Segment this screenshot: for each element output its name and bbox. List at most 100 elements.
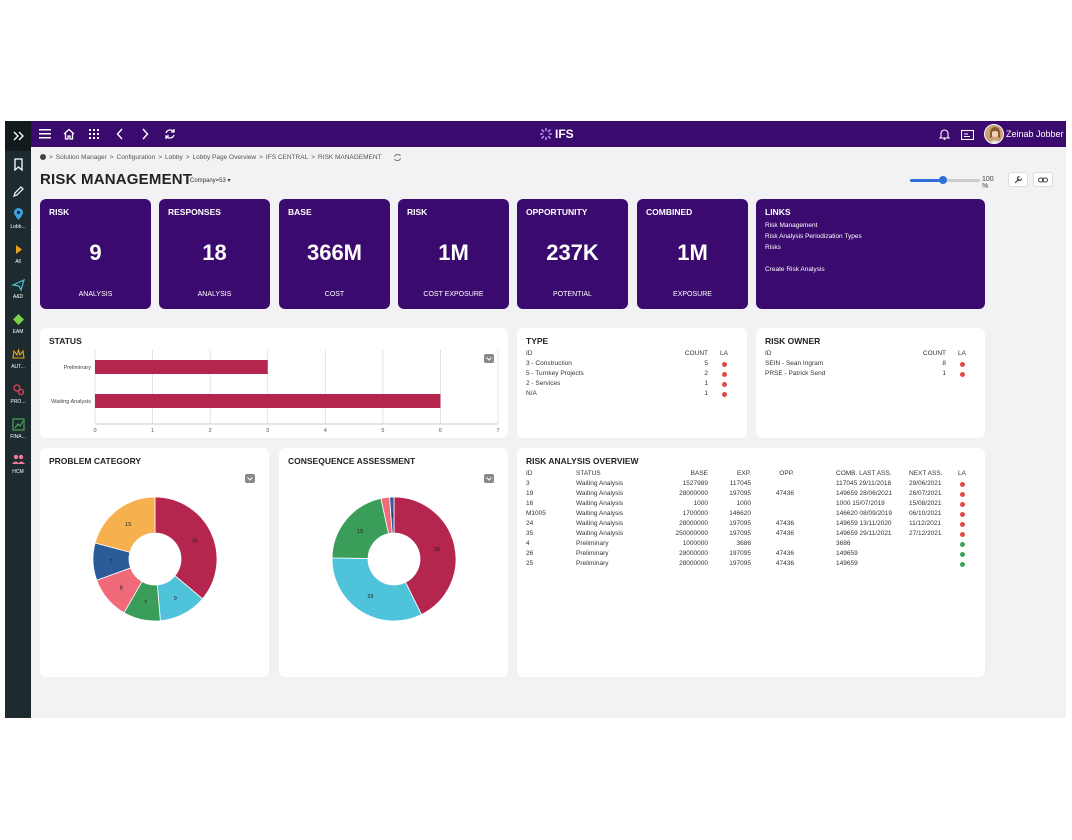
cell-exp: 197095 (729, 560, 751, 567)
kpi-tile-1[interactable]: RESPONSES 18 ANALYSIS (159, 199, 270, 309)
link-risk-management[interactable]: Risk Management (765, 222, 817, 229)
table-row[interactable]: 24 Waiting Analysis 28000000 197095 47436 149… (526, 520, 976, 530)
table-row[interactable]: 19 Waiting Analysis 28000000 197095 47436 149… (526, 490, 976, 500)
table-row[interactable]: 25 Preliminary 28000000 197095 47436 149659 (526, 560, 976, 570)
home-dot-icon[interactable] (40, 154, 46, 160)
refresh-icon[interactable] (162, 126, 178, 142)
table-row[interactable]: PRSE - Patrick Send 1 (765, 370, 976, 380)
kpi-subtitle: POTENTIAL (553, 291, 592, 298)
cell-base: 1000 (693, 500, 708, 507)
context-selector[interactable]: Company=53 ▾ (190, 177, 231, 184)
rail-item-9[interactable]: FINA... (5, 413, 31, 443)
status-dot (960, 492, 965, 497)
cell-next: 26/07/2021 (909, 490, 942, 497)
kpi-subtitle: EXPOSURE (673, 291, 712, 298)
avatar[interactable] (984, 124, 1004, 144)
rail-item-2[interactable] (5, 176, 31, 206)
kpi-tile-3[interactable]: RISK 1M COST EXPOSURE (398, 199, 509, 309)
pie-slice[interactable] (331, 557, 422, 622)
kpi-title: RISK (407, 207, 428, 217)
table-row[interactable]: 3 - Construction 5 (526, 360, 738, 370)
breadcrumb-item[interactable]: Lobby Page Overview (193, 154, 257, 161)
kpi-title: RISK (49, 207, 70, 217)
slice-label: 15 (125, 522, 131, 528)
table-row[interactable]: 16 Waiting Analysis 1000 1000 1000 15/07/201… (526, 500, 976, 510)
cell-comb: 1000 15/07/2019 (836, 500, 885, 507)
table-row[interactable]: 3 Waiting Analysis 1527989 117045 117045 29/… (526, 480, 976, 490)
breadcrumb-item[interactable]: Lobby (165, 154, 183, 161)
kpi-tile-4[interactable]: OPPORTUNITY 237K POTENTIAL (517, 199, 628, 309)
table-row[interactable]: 2 - Services 1 (526, 380, 738, 390)
home-icon[interactable] (61, 126, 77, 142)
cell-status: Waiting Analysis (576, 510, 624, 517)
link-periodization-types[interactable]: Risk Analysis Periodization Types (765, 233, 862, 240)
rail-item-3[interactable]: Lobb... (5, 203, 31, 233)
wrench-button[interactable] (1008, 172, 1028, 187)
kpi-subtitle: COST EXPOSURE (423, 291, 484, 298)
overview-table: ID STATUS BASE EXP. OPP. COMB. LAST ASS. NEXT … (526, 470, 976, 570)
cell-comb: 149659 13/11/2020 (836, 520, 892, 527)
status-dot (960, 502, 965, 507)
cell-comb: 3686 (836, 540, 851, 547)
rail-item-4[interactable]: All (5, 238, 31, 268)
breadcrumb-refresh-icon[interactable] (393, 153, 402, 162)
breadcrumb-item[interactable]: Solution Manager (56, 154, 107, 161)
cell-comb: 117045 29/11/2018 (836, 480, 892, 487)
cell-id: M1005 (526, 510, 546, 517)
cell-exp: 197095 (729, 520, 751, 527)
cell-count: 5 (704, 360, 708, 367)
back-icon[interactable] (112, 126, 128, 142)
rail-item-8[interactable]: PRO... (5, 378, 31, 408)
table-row[interactable]: 5 - Turnkey Projects 2 (526, 370, 738, 380)
zoom-slider[interactable]: 100 % (910, 173, 1000, 190)
table-row[interactable]: SEIN - Sean Ingram 8 (765, 360, 976, 370)
cell-status: Waiting Analysis (576, 520, 624, 527)
kpi-title: RESPONSES (168, 207, 221, 217)
menu-icon[interactable] (37, 126, 53, 142)
rail-item-5[interactable]: A&D (5, 273, 31, 303)
apps-grid-icon[interactable] (86, 126, 102, 142)
risk-analysis-overview-card: RISK ANALYSIS OVERVIEW ID STATUS BASE EXP. O… (517, 448, 985, 677)
share-button[interactable] (1033, 172, 1053, 187)
cell-id: 3 - Construction (526, 360, 572, 367)
status-dot (722, 392, 727, 397)
zoom-knob[interactable] (938, 176, 947, 184)
rail-item-10[interactable]: HCM (5, 448, 31, 478)
cell-next: 11/12/2021 (909, 520, 942, 527)
kpi-tile-5[interactable]: COMBINED 1M EXPOSURE (637, 199, 748, 309)
diamond-icon (12, 313, 24, 325)
breadcrumb-item[interactable]: RISK MANAGEMENT (318, 154, 382, 161)
breadcrumb-item[interactable]: IFS CENTRAL (266, 154, 308, 161)
slice-label: 38 (434, 547, 440, 553)
table-row[interactable]: M1005 Waiting Analysis 1700000 146620 146620… (526, 510, 976, 520)
kpi-value: 18 (202, 240, 227, 265)
problem-donut-chart: 26 9 7 8 7 15 (92, 496, 218, 622)
status-bar[interactable] (95, 360, 268, 374)
table-row[interactable]: N/A 1 (526, 390, 738, 400)
rail-item-label: All (15, 258, 21, 265)
cell-next: 27/12/2021 (909, 530, 942, 537)
rail-item-7[interactable]: AUT... (5, 343, 31, 373)
table-row[interactable]: 26 Preliminary 28000000 197095 47436 149659 (526, 550, 976, 560)
rail-item-0[interactable] (5, 121, 31, 151)
forward-icon[interactable] (137, 126, 153, 142)
breadcrumb-item[interactable]: Configuration (117, 154, 156, 161)
rail-item-6[interactable]: EAM (5, 308, 31, 338)
cell-base: 1527989 (682, 480, 708, 487)
kpi-tile-2[interactable]: BASE 366M COST (279, 199, 390, 309)
link-create-risk-analysis[interactable]: Create Risk Analysis (765, 266, 825, 273)
status-bar[interactable] (95, 394, 441, 408)
user-name[interactable]: Zeinab Jobber (1006, 129, 1064, 139)
x-tick-label: 1 (151, 428, 154, 434)
bell-icon[interactable] (936, 126, 952, 142)
y-category-label: Waiting Analysis (51, 399, 91, 405)
breadcrumb-sep: > (311, 153, 315, 161)
table-row[interactable]: 35 Waiting Analysis 250000000 197095 47436 14… (526, 530, 976, 540)
table-row[interactable]: 4 Preliminary 1000000 3686 3686 (526, 540, 976, 550)
inbox-icon[interactable] (959, 126, 975, 142)
kpi-tile-0[interactable]: RISK 9 ANALYSIS (40, 199, 151, 309)
link-risks[interactable]: Risks (765, 244, 781, 251)
breadcrumb-sep: > (259, 153, 263, 161)
bookmark-icon (13, 157, 23, 171)
rail-item-1[interactable] (5, 149, 31, 179)
